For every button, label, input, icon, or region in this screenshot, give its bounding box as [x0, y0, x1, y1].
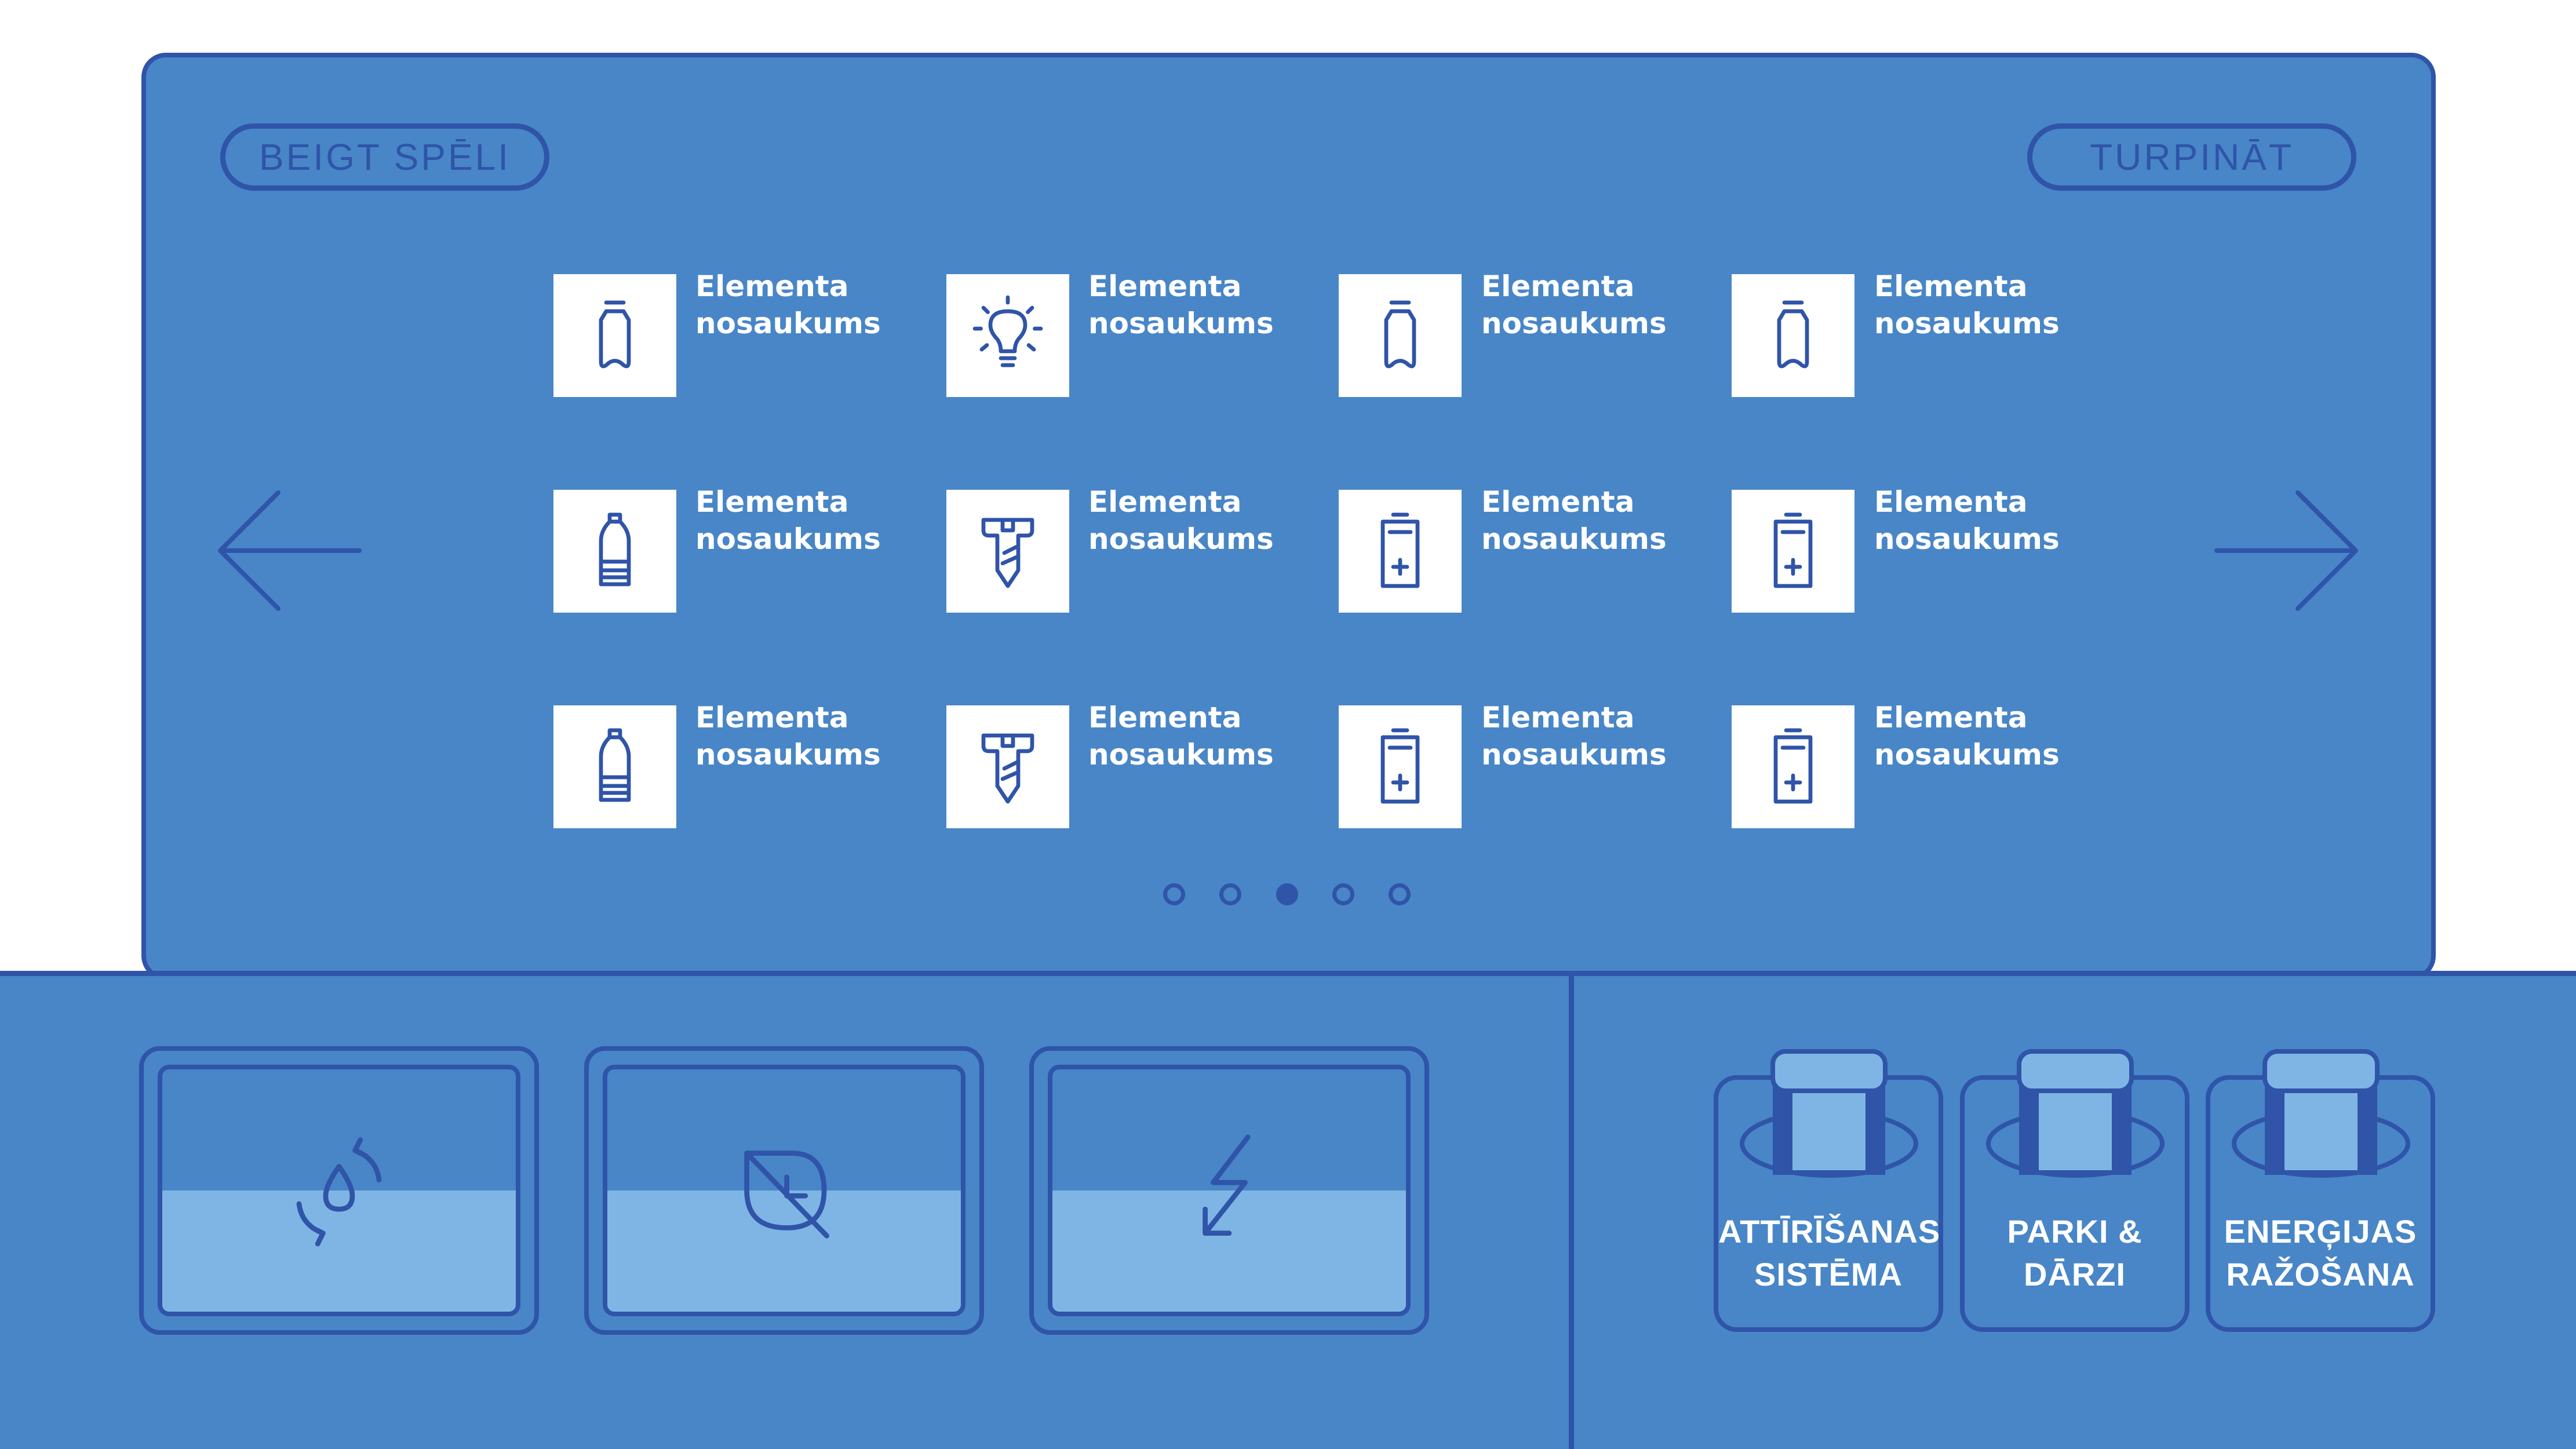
water-gauge	[139, 1046, 539, 1335]
end-game-button[interactable]: BEIGT SPĒLI	[220, 123, 549, 191]
light-bulb-icon	[972, 295, 1043, 367]
item-tile[interactable]	[946, 274, 1069, 397]
leaf-crossed-icon	[744, 1151, 829, 1239]
nature-gauge	[584, 1046, 984, 1335]
item-label: Elementa nosaukums	[1481, 485, 1667, 556]
item-label: Elementa nosaukums	[695, 701, 881, 771]
water-recycle-icon	[296, 1137, 382, 1247]
item-label: Elementa nosaukums	[1088, 701, 1274, 771]
item-label: Elementa nosaukums	[695, 485, 881, 556]
item-tile[interactable]	[553, 705, 676, 828]
battery-icon	[1773, 728, 1813, 804]
bin-icon	[1986, 1049, 2165, 1178]
item-tile[interactable]	[1732, 274, 1854, 397]
item-label: Elementa nosaukums	[1088, 270, 1274, 340]
category-card-parks[interactable]: PARKI & DĀRZI	[1960, 1049, 2189, 1332]
page-dot[interactable]	[1389, 883, 1411, 905]
page-dot[interactable]	[1219, 883, 1241, 905]
item-tile[interactable]	[553, 490, 676, 613]
item-tile[interactable]	[553, 274, 676, 397]
continue-button[interactable]: TURPINĀT	[2027, 123, 2356, 191]
bottle-icon	[1384, 300, 1416, 369]
item-tile[interactable]	[1339, 490, 1462, 613]
page-dot[interactable]	[1332, 883, 1354, 905]
energy-gauge	[1029, 1046, 1429, 1335]
item-tile[interactable]	[946, 705, 1069, 828]
battery-icon	[1380, 512, 1420, 588]
bottom-divider	[1569, 976, 1574, 1449]
item-tile[interactable]	[1339, 705, 1462, 828]
arrow-left-icon[interactable]	[209, 484, 365, 617]
screw-icon	[981, 518, 1034, 588]
plastic-bottle-icon	[599, 512, 631, 587]
item-label: Elementa nosaukums	[1481, 701, 1667, 771]
bin-icon	[1740, 1049, 1918, 1178]
category-card-cleaning[interactable]: ATTĪRĪŠANAS SISTĒMA	[1714, 1049, 1943, 1332]
page-dot-active[interactable]	[1276, 883, 1298, 905]
item-tile[interactable]	[1732, 490, 1854, 613]
item-label: Elementa nosaukums	[1481, 270, 1667, 340]
item-label: Elementa nosaukums	[1088, 485, 1274, 556]
item-tile[interactable]	[1339, 274, 1462, 397]
main-panel	[141, 53, 2436, 980]
item-label: Elementa nosaukums	[695, 270, 881, 340]
plastic-bottle-icon	[599, 728, 631, 802]
bottle-icon	[599, 300, 631, 369]
category-label: ATTĪRĪŠANAS SISTĒMA	[1718, 1213, 1941, 1293]
item-tile[interactable]	[946, 490, 1069, 613]
item-tile[interactable]	[1732, 705, 1854, 828]
arrow-right-icon[interactable]	[2211, 484, 2367, 617]
item-label: Elementa nosaukums	[1874, 701, 2060, 771]
bin-icon	[2232, 1049, 2410, 1178]
category-label: PARKI & DĀRZI	[2007, 1213, 2143, 1293]
lightning-icon	[1203, 1134, 1251, 1236]
battery-icon	[1380, 728, 1420, 804]
item-label: Elementa nosaukums	[1874, 270, 2060, 340]
item-label: Elementa nosaukums	[1874, 485, 2060, 556]
bottle-icon	[1777, 300, 1809, 369]
category-label: ENERĢIJAS RAŽOŠANA	[2224, 1213, 2417, 1293]
category-card-energy[interactable]: ENERĢIJAS RAŽOŠANA	[2206, 1049, 2435, 1332]
page-dot[interactable]	[1163, 883, 1185, 905]
battery-icon	[1773, 512, 1813, 588]
screw-icon	[981, 733, 1034, 804]
